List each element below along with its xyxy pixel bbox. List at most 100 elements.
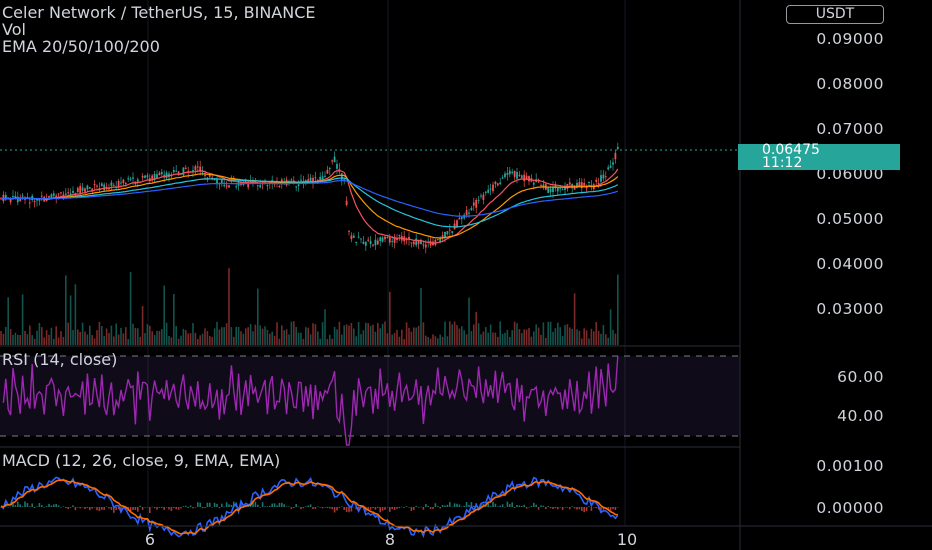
volume-bar (0, 331, 2, 345)
ema-legend[interactable]: EMA 20/50/100/200 (2, 38, 160, 55)
volume-bar (389, 291, 391, 345)
macd-histogram-bar (333, 507, 336, 513)
macd-histogram-bar (89, 507, 91, 511)
volume-bar (523, 329, 525, 345)
currency-button[interactable]: USDT (786, 5, 884, 24)
candle-body (295, 186, 298, 188)
macd-histogram-bar (432, 507, 434, 510)
volume-bar (69, 295, 72, 345)
macd-histogram-bar (14, 505, 17, 507)
volume-bar (209, 336, 211, 345)
candle-body (616, 146, 619, 149)
macd-histogram-bar (288, 506, 290, 507)
volume-bar (525, 329, 528, 345)
candle-body (470, 207, 473, 211)
macd-histogram-bar (290, 507, 293, 509)
candle-body (352, 235, 355, 238)
macd-histogram-bar (7, 506, 9, 508)
macd-histogram-bar (434, 503, 437, 507)
volume-bar (199, 335, 201, 345)
candle-body (120, 182, 122, 184)
candle-body (216, 179, 218, 184)
volume-bar (441, 336, 444, 345)
candle-body (127, 178, 130, 180)
macd-histogram-bar (53, 504, 55, 507)
candle-body (259, 185, 262, 188)
volume-bar (67, 322, 69, 345)
volume-bar (595, 321, 597, 345)
candle-body (518, 174, 521, 177)
candle-body (204, 175, 206, 177)
candle-body (52, 193, 55, 196)
macd-histogram-bar (105, 506, 108, 508)
volume-bar (537, 327, 540, 345)
rsi-legend[interactable]: RSI (14, close) (2, 351, 117, 368)
volume-bar (432, 334, 434, 345)
macd-histogram-bar (389, 507, 391, 512)
volume-legend[interactable]: Vol (2, 21, 26, 38)
macd-histogram-bar (156, 507, 158, 510)
macd-histogram-bar (77, 507, 79, 508)
candle-body (297, 184, 300, 187)
volume-bar (379, 328, 381, 345)
volume-bar (374, 331, 377, 345)
symbol-title[interactable]: Celer Network / TetherUS, 15, BINANCE (2, 4, 316, 21)
volume-bar (578, 330, 581, 345)
volume-bar (84, 331, 86, 345)
candle-body (391, 240, 394, 242)
volume-bar (261, 328, 264, 345)
volume-bar (437, 338, 439, 345)
candle-body (573, 187, 576, 190)
candle-body (96, 185, 98, 187)
macd-histogram-bar (38, 502, 41, 507)
macd-histogram-bar (533, 502, 535, 507)
candle-body (146, 175, 149, 178)
macd-histogram-bar (581, 507, 583, 511)
volume-bar (276, 322, 278, 345)
candle-body (314, 177, 317, 179)
macd-legend[interactable]: MACD (12, 26, close, 9, EMA, EMA) (2, 452, 280, 469)
macd-histogram-bar (343, 507, 345, 511)
volume-bar (415, 327, 417, 345)
macd-histogram-bar (504, 506, 506, 508)
macd-histogram-bar (595, 507, 597, 509)
volume-bar (571, 328, 573, 345)
macd-histogram-bar (132, 507, 134, 511)
price-candles (0, 142, 619, 254)
candle-body (21, 195, 24, 197)
macd-histogram-bar (300, 507, 302, 510)
macd-histogram-bar (525, 507, 528, 509)
volume-bar (561, 336, 564, 345)
candle-body (266, 185, 269, 187)
candle-body (256, 185, 259, 187)
candle-body (386, 236, 389, 238)
candle-body (568, 182, 571, 185)
macd-histogram-bar (405, 506, 408, 507)
macd-histogram-bar (285, 506, 288, 508)
volume-bar (50, 327, 53, 345)
volume-bar (17, 334, 19, 345)
ema-line (0, 177, 619, 228)
volume-bar (401, 329, 403, 345)
volume-bar (163, 285, 165, 345)
volume-bar (391, 334, 393, 345)
volume-bar (115, 323, 117, 345)
candle-body (79, 186, 82, 194)
macd-histogram-bar (437, 506, 439, 507)
candle-body (523, 174, 526, 182)
macd-histogram-bar (163, 507, 165, 511)
candle-body (482, 194, 485, 200)
macd-histogram-bar (192, 507, 194, 509)
volume-bar (93, 338, 96, 345)
volume-bar (151, 331, 153, 345)
volume-bar (528, 328, 530, 345)
volume-bar (489, 324, 492, 345)
macd-histogram-bar (74, 507, 77, 511)
volume-bar (336, 329, 338, 345)
volume-bar (477, 323, 480, 345)
macd-histogram-bar (497, 506, 499, 507)
volume-bar (283, 330, 285, 345)
macd-histogram-bar (545, 507, 547, 510)
volume-bar (295, 326, 297, 345)
candle-body (93, 184, 96, 186)
